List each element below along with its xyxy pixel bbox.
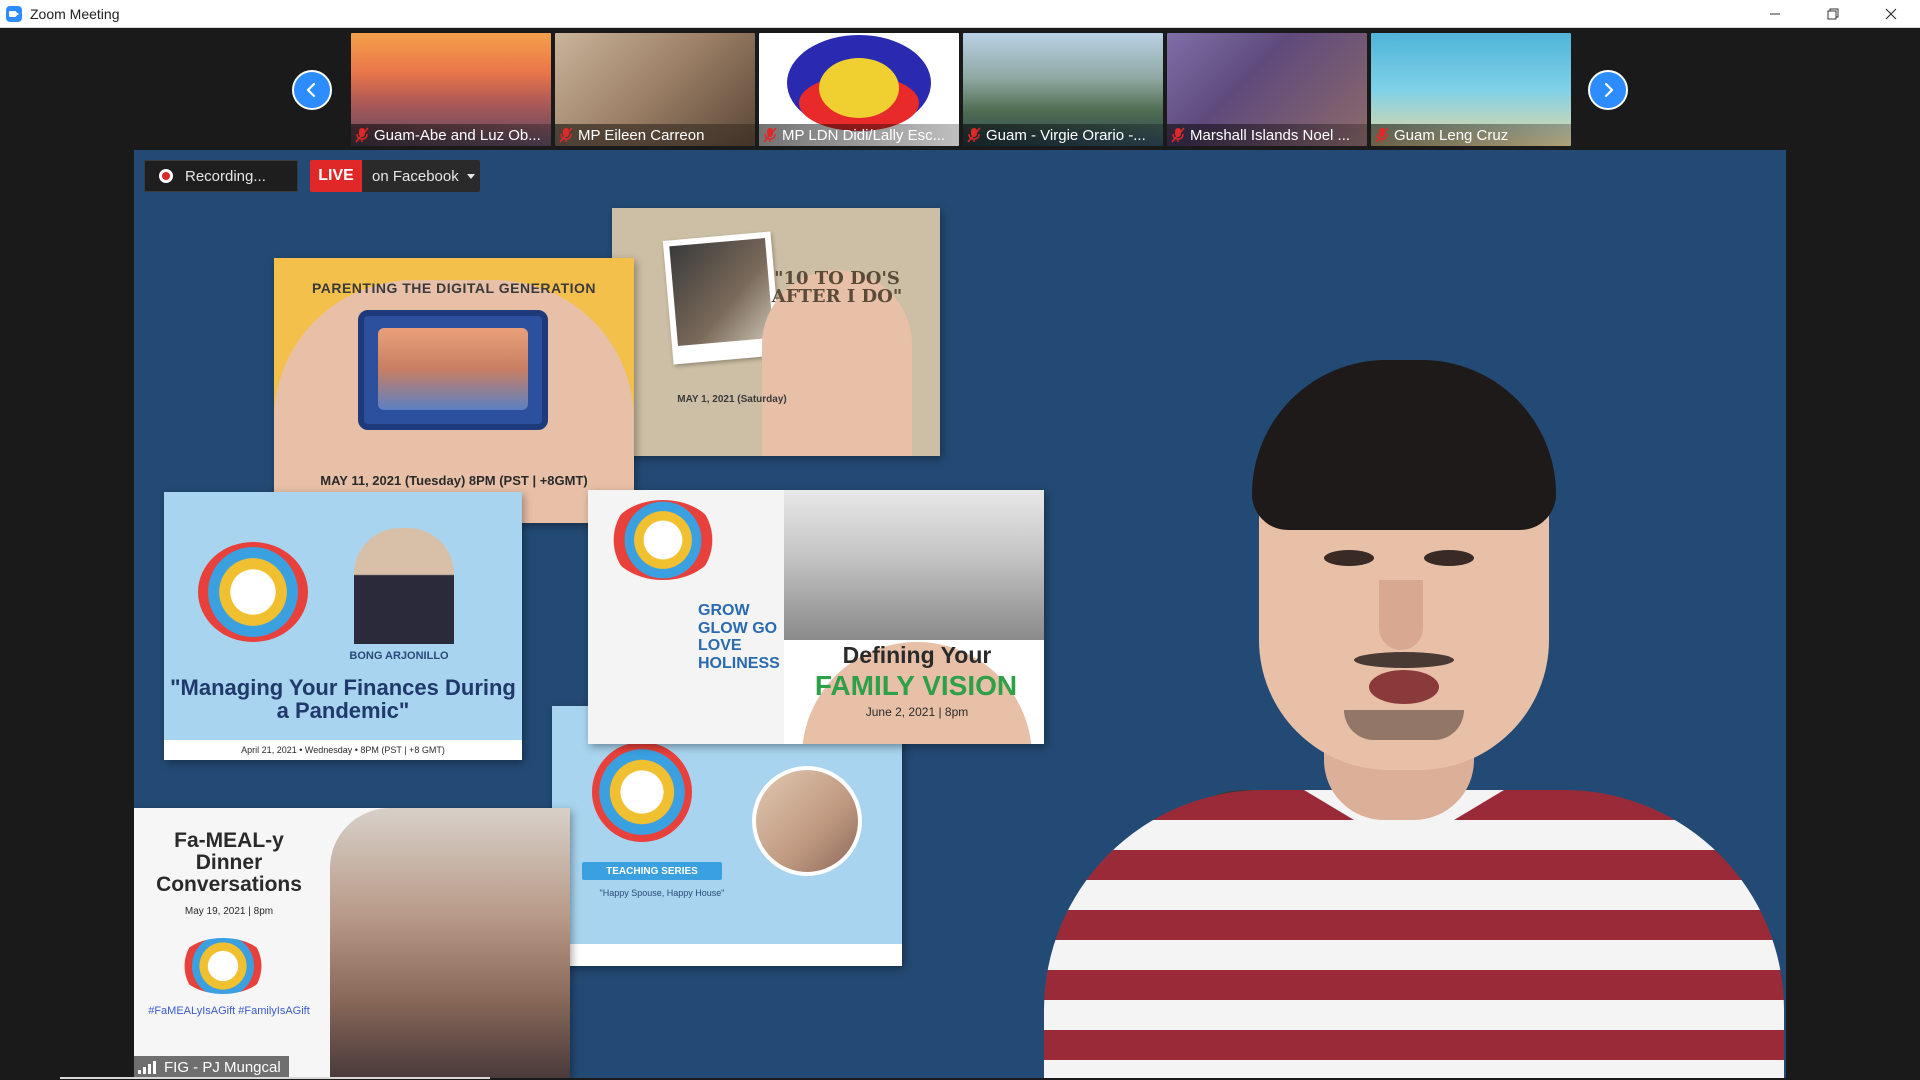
participant-name: MP LDN Didi/Lally Esc... [782, 126, 946, 144]
poster-title: "10 TO DO'S AFTER I DO" [762, 270, 912, 456]
poster-date: June 2, 2021 | 8pm [865, 705, 969, 719]
poster-teaching-series: TEACHING SERIES "Happy Spouse, Happy Hou… [552, 706, 902, 966]
mic-muted-icon [559, 127, 573, 143]
restore-icon [1827, 8, 1839, 20]
poster-title-highlight: FAMILY VISION [814, 670, 1018, 701]
participant-tile[interactable]: Guam-Abe and Luz Ob... [351, 33, 551, 146]
participant-name: Marshall Islands Noel ... [1190, 126, 1351, 144]
close-icon [1885, 8, 1897, 20]
family-is-a-gift-logo [592, 742, 692, 842]
poster-date: MAY 1, 2021 (Saturday) [677, 394, 787, 405]
participant-tile[interactable]: Guam - Virgie Orario -... [963, 33, 1163, 146]
title-bar: Zoom Meeting [0, 0, 1920, 28]
poster-family-vision: GROW GLOW GO LOVE HOLINESS Defining Your… [588, 490, 1044, 744]
poster-finances: BONG ARJONILLO "Managing Your Finances D… [164, 492, 522, 760]
restore-button[interactable] [1804, 0, 1862, 28]
window-controls [1746, 0, 1920, 28]
participant-name: Guam - Virgie Orario -... [986, 126, 1146, 144]
zoom-window: Zoom Meeting Guam-Abe and Luz Ob... MP E… [0, 0, 1920, 1080]
speaker-figure [1024, 360, 1784, 1078]
participant-filmstrip: Guam-Abe and Luz Ob... MP Eileen Carreon… [0, 28, 1920, 150]
poster-speaker-name: BONG ARJONILLO [349, 650, 449, 662]
beard [1344, 710, 1464, 740]
nose [1379, 580, 1423, 650]
caret-down-icon [466, 173, 475, 179]
poster-subtitle: "Happy Spouse, Happy House" [599, 888, 725, 898]
family-is-a-gift-logo [198, 542, 308, 642]
poster-speaker-photo [354, 528, 454, 644]
speaker-name: FIG - PJ Mungcal [164, 1058, 281, 1076]
participant-name: Guam Leng Cruz [1394, 126, 1509, 144]
participant-label: Guam-Abe and Luz Ob... [351, 124, 551, 146]
mic-muted-icon [967, 127, 981, 143]
signal-strength-icon [138, 1060, 158, 1074]
poster-dinner-photo [330, 808, 570, 1078]
poster-laptop-image [358, 310, 548, 430]
participant-label: Guam Leng Cruz [1371, 124, 1571, 146]
bottom-divider [60, 1077, 490, 1079]
participant-tile[interactable]: MP LDN Didi/Lally Esc... [759, 33, 959, 146]
mouth [1369, 670, 1439, 704]
record-icon [159, 169, 173, 183]
family-is-a-gift-logo [178, 938, 268, 994]
poster-footer [552, 944, 902, 966]
participant-label: Marshall Islands Noel ... [1167, 124, 1367, 146]
speaker-name-tag: FIG - PJ Mungcal [134, 1056, 289, 1078]
participant-name: MP Eileen Carreon [578, 126, 705, 144]
recording-indicator[interactable]: Recording... [144, 160, 298, 192]
minimize-icon [1770, 13, 1780, 15]
chevron-left-icon [306, 82, 316, 98]
left-eye [1324, 550, 1374, 566]
chevron-right-icon [1604, 82, 1614, 98]
participant-tile[interactable]: Marshall Islands Noel ... [1167, 33, 1367, 146]
live-destination-label: on Facebook [372, 167, 459, 185]
poster-couple-photo [752, 766, 862, 876]
mic-muted-icon [1171, 127, 1185, 143]
participant-name: Guam-Abe and Luz Ob... [374, 126, 541, 144]
close-button[interactable] [1862, 0, 1920, 28]
poster-date: May 19, 2021 | 8pm [184, 906, 274, 917]
hair [1252, 360, 1556, 530]
poster-grow-list: GROW GLOW GO LOVE HOLINESS [698, 602, 780, 672]
mustache [1354, 652, 1454, 668]
mic-muted-icon [1375, 127, 1389, 143]
participant-tile[interactable]: Guam Leng Cruz [1371, 33, 1571, 146]
mic-muted-icon [355, 127, 369, 143]
family-is-a-gift-logo [608, 500, 718, 580]
poster-date: April 21, 2021 • Wednesday • 8PM (PST | … [164, 740, 522, 760]
recording-label: Recording... [185, 167, 266, 185]
active-speaker-video[interactable]: Recording... LIVE on Facebook "10 TO DO'… [134, 150, 1786, 1078]
poster-title: "Managing Your Finances During a Pandemi… [170, 675, 516, 724]
zoom-app-icon [6, 5, 22, 22]
live-destination-dropdown[interactable]: on Facebook [362, 160, 480, 192]
participant-label: Guam - Virgie Orario -... [963, 124, 1163, 146]
right-eye [1424, 550, 1474, 566]
poster-fa-meal-y: Fa-MEAL-y Dinner Conversations May 19, 2… [134, 808, 570, 1078]
participant-label: MP LDN Didi/Lally Esc... [759, 124, 959, 146]
mic-muted-icon [763, 127, 777, 143]
participant-label: MP Eileen Carreon [555, 124, 755, 146]
live-badge: LIVE [310, 160, 362, 192]
poster-tag: TEACHING SERIES [582, 862, 722, 880]
poster-ten-todos: "10 TO DO'S AFTER I DO" MAY 1, 2021 (Sat… [612, 208, 940, 456]
poster-title: Fa-MEAL-y Dinner Conversations [156, 829, 302, 897]
filmstrip-prev-button[interactable] [292, 70, 332, 110]
participant-tile[interactable]: MP Eileen Carreon [555, 33, 755, 146]
poster-family-photo [784, 490, 1044, 640]
poster-hashtags: #FaMEALyIsAGift #FamilyIsAGift [148, 1005, 310, 1017]
minimize-button[interactable] [1746, 0, 1804, 28]
window-title: Zoom Meeting [30, 5, 120, 22]
poster-date: MAY 11, 2021 (Tuesday) 8PM (PST | +8GMT) [320, 473, 588, 488]
poster-parenting: PARENTING THE DIGITAL GENERATION MAY 11,… [274, 258, 634, 523]
filmstrip-next-button[interactable] [1588, 70, 1628, 110]
